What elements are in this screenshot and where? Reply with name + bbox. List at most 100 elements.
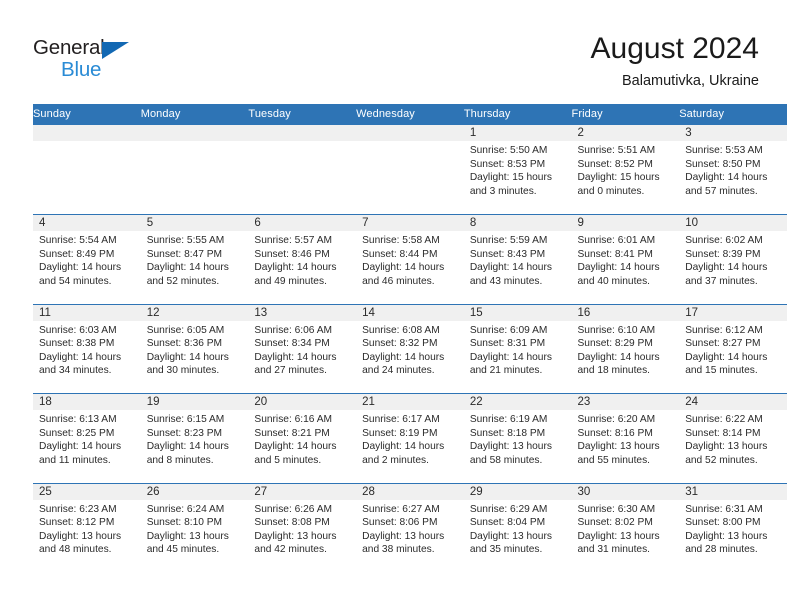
calendar-day-cell[interactable]: 6 Sunrise: 5:57 AM Sunset: 8:46 PM Daylight…: [248, 214, 357, 304]
day-number: 24: [679, 394, 787, 410]
daylight-text-line2: and 24 minutes.: [362, 365, 435, 377]
logo-text-blue: Blue: [61, 58, 102, 81]
page-title: August 2024: [590, 32, 759, 65]
sunrise-text: Sunrise: 6:20 AM: [577, 414, 656, 425]
calendar-day-cell[interactable]: 2 Sunrise: 5:51 AM Sunset: 8:52 PM Daylight…: [571, 125, 680, 215]
calendar-day-cell-empty: [140, 125, 249, 215]
calendar-day-cell[interactable]: 17 Sunrise: 6:12 AM Sunset: 8:27 PM Dayligh…: [679, 303, 787, 394]
sunset-text: Sunset: 8:19 PM: [362, 427, 438, 439]
weekday-header-thursday: Thursday: [463, 104, 572, 125]
calendar-day-cell[interactable]: 24 Sunrise: 6:22 AM Sunset: 8:14 PM Dayligh…: [679, 393, 787, 483]
calendar-day-cell[interactable]: 8 Sunrise: 5:59 AM Sunset: 8:43 PM Daylight…: [463, 214, 572, 304]
calendar-day-cell[interactable]: 4 Sunrise: 5:54 AM Sunset: 8:49 PM Daylight…: [33, 214, 141, 304]
calendar-day-cell[interactable]: 9 Sunrise: 6:01 AM Sunset: 8:41 PM Daylight…: [571, 214, 680, 304]
day-cell-inner: [140, 125, 249, 214]
calendar-day-cell[interactable]: 18 Sunrise: 6:13 AM Sunset: 8:25 PM Dayligh…: [33, 393, 141, 483]
calendar-day-cell[interactable]: 22 Sunrise: 6:19 AM Sunset: 8:18 PM Dayligh…: [463, 393, 572, 483]
sunrise-text: Sunrise: 6:23 AM: [39, 503, 117, 515]
calendar-day-cell[interactable]: 11 Sunrise: 6:03 AM Sunset: 8:38 PM Dayligh…: [33, 303, 141, 394]
day-details: Sunrise: 6:31 AM Sunset: 8:00 PM Daylight:…: [679, 500, 787, 557]
daylight-text-line2: and 21 minutes.: [469, 365, 543, 377]
day-cell-inner: 20 Sunrise: 6:16 AM Sunset: 8:21 PM Dayligh…: [248, 394, 357, 483]
calendar-week-row: 11 Sunrise: 6:03 AM Sunset: 8:38 PM Dayligh…: [33, 303, 787, 394]
day-cell-inner: 11 Sunrise: 6:03 AM Sunset: 8:38 PM Dayligh…: [33, 304, 141, 394]
day-number: 2: [571, 125, 680, 141]
daylight-text-line2: and 57 minutes.: [685, 185, 758, 197]
day-details: Sunrise: 6:10 AM Sunset: 8:29 PM Daylight:…: [572, 321, 680, 378]
daylight-text-line1: Daylight: 13 hours: [469, 530, 552, 542]
sunrise-text: Sunrise: 5:59 AM: [469, 235, 548, 246]
daylight-text-line2: and 27 minutes.: [254, 365, 327, 377]
day-cell-inner: 21 Sunrise: 6:17 AM Sunset: 8:19 PM Dayligh…: [356, 394, 464, 483]
calendar-day-cell[interactable]: 3 Sunrise: 5:53 AM Sunset: 8:50 PM Daylight…: [679, 125, 787, 215]
calendar-day-cell[interactable]: 16 Sunrise: 6:10 AM Sunset: 8:29 PM Dayligh…: [571, 303, 680, 394]
calendar-day-cell[interactable]: 30 Sunrise: 6:30 AM Sunset: 8:02 PM Dayligh…: [571, 482, 680, 573]
title-block: August 2024 Balamutivka, Ukraine: [591, 30, 759, 91]
day-number: 15: [463, 304, 572, 321]
day-cell-inner: 15 Sunrise: 6:09 AM Sunset: 8:31 PM Dayligh…: [463, 304, 572, 394]
daylight-text-line2: and 43 minutes.: [469, 275, 543, 287]
day-cell-inner: 22 Sunrise: 6:19 AM Sunset: 8:18 PM Dayligh…: [463, 394, 572, 483]
daylight-text-line2: and 40 minutes.: [577, 275, 651, 287]
weekday-header-sunday: Sunday: [33, 104, 141, 125]
sunset-text: Sunset: 8:32 PM: [362, 338, 438, 350]
calendar-day-cell[interactable]: 13 Sunrise: 6:06 AM Sunset: 8:34 PM Dayligh…: [248, 303, 357, 394]
day-number: 28: [356, 483, 464, 500]
sunset-text: Sunset: 8:36 PM: [146, 338, 223, 350]
weekday-header-monday: Monday: [140, 104, 249, 125]
calendar-day-cell[interactable]: 12 Sunrise: 6:05 AM Sunset: 8:36 PM Dayligh…: [140, 303, 249, 394]
day-cell-inner: 12 Sunrise: 6:05 AM Sunset: 8:36 PM Dayligh…: [140, 304, 249, 394]
calendar-day-cell[interactable]: 19 Sunrise: 6:15 AM Sunset: 8:23 PM Dayligh…: [140, 393, 249, 483]
sunset-text: Sunset: 8:25 PM: [39, 427, 115, 439]
calendar-day-cell[interactable]: 28 Sunrise: 6:27 AM Sunset: 8:06 PM Dayligh…: [356, 482, 464, 573]
sunset-text: Sunset: 8:06 PM: [362, 517, 438, 529]
daylight-text-line2: and 15 minutes.: [685, 365, 758, 377]
day-number: 1: [463, 125, 572, 141]
calendar-day-cell[interactable]: 1 Sunrise: 5:50 AM Sunset: 8:53 PM Daylight…: [463, 125, 572, 215]
sunset-text: Sunset: 8:00 PM: [685, 517, 761, 529]
day-number: 22: [463, 394, 572, 410]
daylight-text-line2: and 42 minutes.: [254, 544, 327, 556]
day-details: Sunrise: 5:57 AM Sunset: 8:46 PM Daylight:…: [248, 231, 356, 288]
daylight-text-line1: Daylight: 14 hours: [577, 262, 660, 274]
day-number: 20: [248, 394, 357, 410]
daylight-text-line1: Daylight: 14 hours: [362, 351, 445, 363]
calendar-day-cell[interactable]: 15 Sunrise: 6:09 AM Sunset: 8:31 PM Dayligh…: [463, 303, 572, 394]
weekday-header-wednesday: Wednesday: [356, 104, 464, 125]
calendar-day-cell[interactable]: 31 Sunrise: 6:31 AM Sunset: 8:00 PM Dayligh…: [679, 482, 787, 573]
calendar-day-cell[interactable]: 26 Sunrise: 6:24 AM Sunset: 8:10 PM Dayligh…: [140, 482, 249, 573]
calendar-day-cell[interactable]: 20 Sunrise: 6:16 AM Sunset: 8:21 PM Dayligh…: [248, 393, 357, 483]
daylight-text-line1: Daylight: 14 hours: [469, 351, 552, 363]
daylight-text-line2: and 58 minutes.: [469, 454, 543, 466]
day-number: [356, 125, 464, 141]
daylight-text-line1: Daylight: 14 hours: [39, 441, 122, 453]
calendar-day-cell[interactable]: 29 Sunrise: 6:29 AM Sunset: 8:04 PM Dayligh…: [463, 482, 572, 573]
calendar-day-cell[interactable]: 14 Sunrise: 6:08 AM Sunset: 8:32 PM Dayligh…: [356, 303, 464, 394]
sunrise-text: Sunrise: 6:15 AM: [146, 414, 225, 425]
calendar-day-cell[interactable]: 25 Sunrise: 6:23 AM Sunset: 8:12 PM Dayligh…: [33, 482, 141, 573]
sunset-text: Sunset: 8:41 PM: [577, 248, 653, 260]
day-details: Sunrise: 6:12 AM Sunset: 8:27 PM Daylight:…: [679, 321, 787, 378]
calendar-day-cell-empty: [33, 125, 141, 215]
calendar-day-cell[interactable]: 7 Sunrise: 5:58 AM Sunset: 8:44 PM Daylight…: [356, 214, 464, 304]
calendar-day-cell[interactable]: 27 Sunrise: 6:26 AM Sunset: 8:08 PM Dayligh…: [248, 482, 357, 573]
calendar-day-cell[interactable]: 21 Sunrise: 6:17 AM Sunset: 8:19 PM Dayligh…: [356, 393, 464, 483]
calendar-day-cell[interactable]: 5 Sunrise: 5:55 AM Sunset: 8:47 PM Daylight…: [140, 214, 249, 304]
day-cell-inner: [356, 125, 464, 214]
calendar-day-cell[interactable]: 23 Sunrise: 6:20 AM Sunset: 8:16 PM Dayligh…: [571, 393, 680, 483]
sunrise-text: Sunrise: 5:53 AM: [685, 145, 763, 156]
sunset-text: Sunset: 8:47 PM: [146, 248, 223, 260]
daylight-text-line2: and 46 minutes.: [362, 275, 435, 287]
day-details: Sunrise: 6:24 AM Sunset: 8:10 PM Daylight:…: [141, 500, 249, 557]
daylight-text-line2: and 28 minutes.: [685, 544, 758, 556]
sunset-text: Sunset: 8:08 PM: [254, 517, 330, 529]
sunrise-text: Sunrise: 6:27 AM: [362, 503, 440, 515]
general-blue-logo[interactable]: General Blue: [33, 36, 153, 86]
day-details: Sunrise: 6:27 AM Sunset: 8:06 PM Daylight:…: [356, 500, 464, 557]
day-cell-inner: 2 Sunrise: 5:51 AM Sunset: 8:52 PM Daylight…: [571, 125, 680, 214]
day-cell-inner: 17 Sunrise: 6:12 AM Sunset: 8:27 PM Dayligh…: [679, 304, 787, 394]
day-number: 23: [571, 394, 680, 410]
daylight-text-line1: Daylight: 13 hours: [362, 530, 445, 542]
calendar-day-cell[interactable]: 10 Sunrise: 6:02 AM Sunset: 8:39 PM Dayligh…: [679, 214, 787, 304]
daylight-text-line1: Daylight: 15 hours: [469, 172, 552, 184]
